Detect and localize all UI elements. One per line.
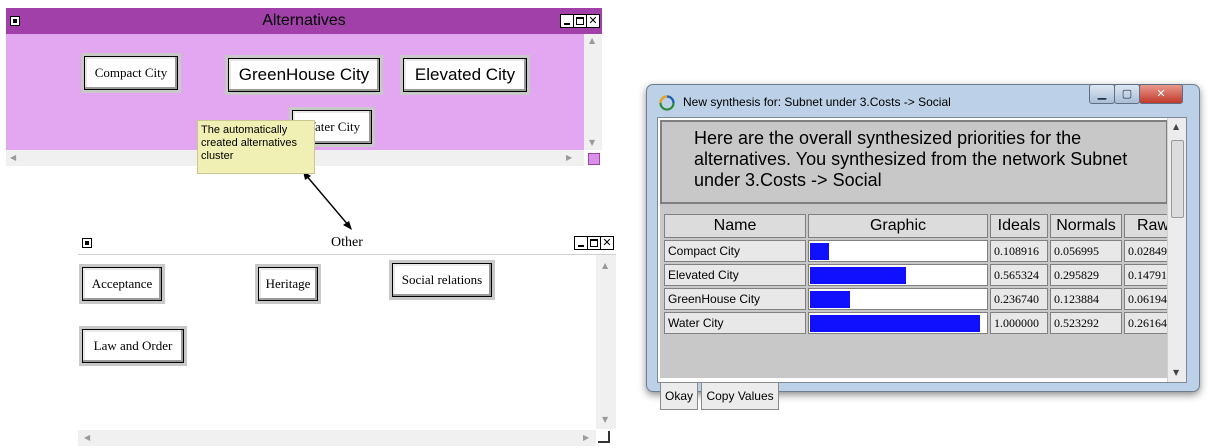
dialog-content: Here are the overall synthesized priorit… xyxy=(657,117,1187,410)
alternatives-vertical-scrollbar[interactable]: ▲ ▼ xyxy=(584,34,602,150)
copy-values-button[interactable]: Copy Values xyxy=(701,382,779,410)
node-compact-city[interactable]: Compact City xyxy=(81,53,181,93)
scroll-left-icon[interactable]: ◀ xyxy=(84,433,90,442)
minimize-icon[interactable] xyxy=(560,14,574,28)
alternatives-title: Alternatives xyxy=(262,12,346,29)
scroll-right-icon[interactable]: ▶ xyxy=(583,433,589,442)
maximize-icon[interactable] xyxy=(587,236,601,250)
row-ideal: 0.236740 xyxy=(990,288,1048,310)
app-icon xyxy=(659,95,675,111)
other-title: Other xyxy=(331,235,363,250)
close-icon[interactable]: ✕ xyxy=(586,14,600,28)
scroll-down-icon[interactable]: ▼ xyxy=(589,138,595,147)
dialog-vertical-scrollbar[interactable]: ▲ ▼ xyxy=(1167,118,1186,382)
table-row[interactable]: Water City 1.000000 0.523292 0.261646 xyxy=(664,312,1182,334)
node-greenhouse-city[interactable]: GreenHouse City xyxy=(225,55,383,95)
other-title-bar[interactable]: Other ✕ xyxy=(78,232,616,255)
priority-bar xyxy=(810,267,906,284)
row-name: Compact City xyxy=(664,240,806,262)
minimize-icon[interactable] xyxy=(574,236,588,250)
scroll-up-icon[interactable]: ▲ xyxy=(1173,122,1179,131)
node-elevated-city[interactable]: Elevated City xyxy=(400,55,530,95)
row-ideal: 1.000000 xyxy=(990,312,1048,334)
column-header-ideals[interactable]: Ideals xyxy=(990,214,1048,238)
minimize-icon[interactable]: ▁ xyxy=(1089,84,1115,104)
scroll-up-icon[interactable]: ▲ xyxy=(589,36,595,45)
other-vertical-scrollbar[interactable]: ▲ ▼ xyxy=(596,255,616,429)
other-canvas[interactable]: Acceptance Heritage Social relations Law… xyxy=(78,255,596,429)
row-ideal: 0.108916 xyxy=(990,240,1048,262)
table-row[interactable]: Compact City 0.108916 0.056995 0.028497 xyxy=(664,240,1182,262)
scroll-thumb[interactable] xyxy=(1171,140,1184,218)
row-normal: 0.523292 xyxy=(1050,312,1122,334)
row-graphic xyxy=(808,312,988,334)
row-graphic xyxy=(808,240,988,262)
node-acceptance[interactable]: Acceptance xyxy=(79,264,165,304)
row-name: Elevated City xyxy=(664,264,806,286)
priority-bar xyxy=(810,315,980,332)
column-header-normals[interactable]: Normals xyxy=(1050,214,1122,238)
scroll-down-icon[interactable]: ▼ xyxy=(602,415,608,424)
synthesis-message: Here are the overall synthesized priorit… xyxy=(660,120,1168,204)
row-normal: 0.056995 xyxy=(1050,240,1122,262)
row-graphic xyxy=(808,264,988,286)
maximize-icon[interactable]: ▢ xyxy=(1114,84,1140,104)
synthesis-dialog: New synthesis for: Subnet under 3.Costs … xyxy=(646,84,1200,410)
row-graphic xyxy=(808,288,988,310)
dialog-title: New synthesis for: Subnet under 3.Costs … xyxy=(683,95,951,109)
node-heritage[interactable]: Heritage xyxy=(255,264,321,304)
scroll-right-icon[interactable]: ▶ xyxy=(566,153,572,162)
connection-arrow xyxy=(303,171,352,230)
priorities-table: Name Graphic Ideals Normals Raw Compact … xyxy=(662,212,1184,336)
tooltip: The automatically created alternatives c… xyxy=(197,120,315,174)
maximize-icon[interactable] xyxy=(573,14,587,28)
scroll-left-icon[interactable]: ◀ xyxy=(10,153,16,162)
node-law-and-order[interactable]: Law and Order xyxy=(79,326,187,366)
row-ideal: 0.565324 xyxy=(990,264,1048,286)
row-name: Water City xyxy=(664,312,806,334)
close-icon[interactable]: ✕ xyxy=(600,236,614,250)
row-name: GreenHouse City xyxy=(664,288,806,310)
row-normal: 0.295829 xyxy=(1050,264,1122,286)
column-header-graphic[interactable]: Graphic xyxy=(808,214,988,238)
priority-bar xyxy=(810,291,850,308)
scroll-down-icon[interactable]: ▼ xyxy=(1173,368,1179,377)
priority-bar xyxy=(810,243,829,260)
resize-grip-icon[interactable] xyxy=(588,153,600,165)
table-row[interactable]: Elevated City 0.565324 0.295829 0.147915 xyxy=(664,264,1182,286)
node-social-relations[interactable]: Social relations xyxy=(389,260,495,300)
close-icon[interactable]: ✕ xyxy=(1139,84,1183,104)
row-normal: 0.123884 xyxy=(1050,288,1122,310)
okay-button[interactable]: Okay xyxy=(660,382,699,410)
resize-grip-icon[interactable] xyxy=(598,431,610,443)
other-horizontal-scrollbar[interactable]: ◀ ▶ xyxy=(78,430,596,446)
alternatives-title-bar[interactable]: Alternatives ✕ xyxy=(6,8,602,34)
scroll-up-icon[interactable]: ▲ xyxy=(602,261,608,270)
table-row[interactable]: GreenHouse City 0.236740 0.123884 0.061942 xyxy=(664,288,1182,310)
column-header-name[interactable]: Name xyxy=(664,214,806,238)
